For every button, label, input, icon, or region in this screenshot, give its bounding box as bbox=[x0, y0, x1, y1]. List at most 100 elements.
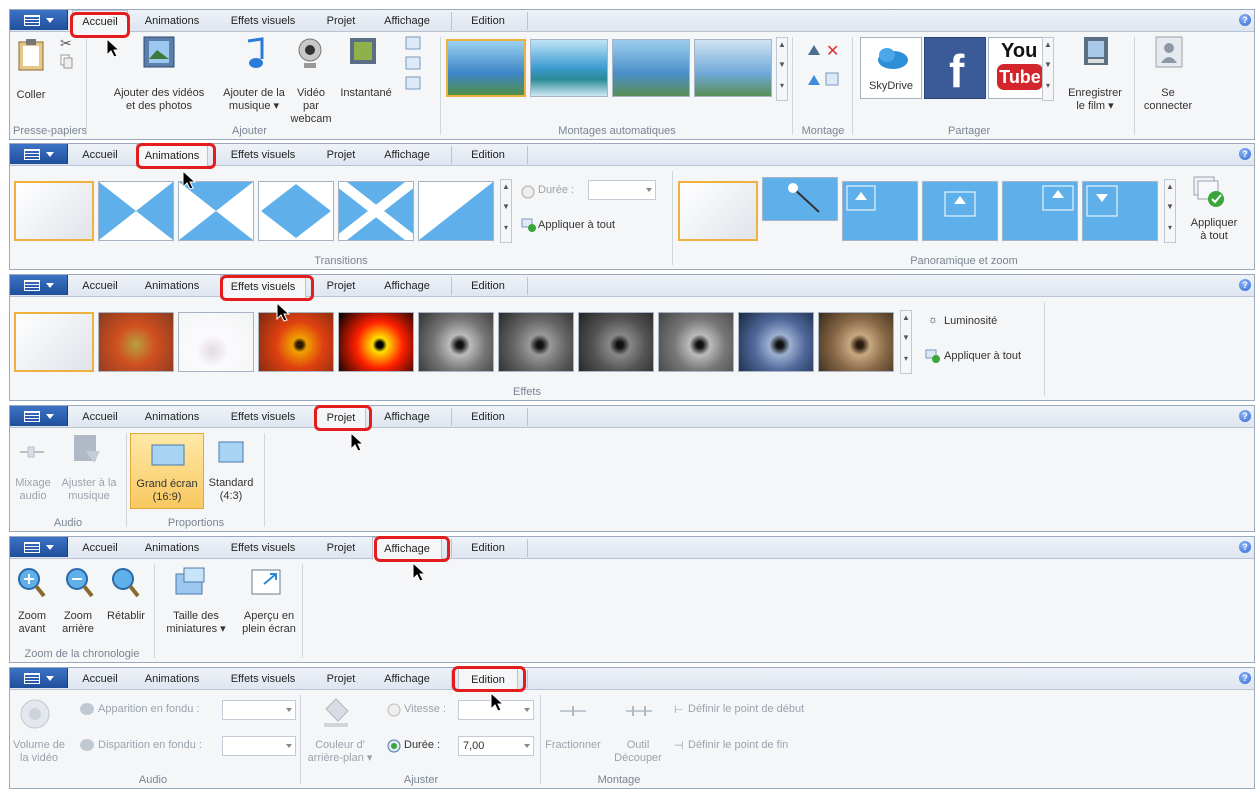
tab-animations[interactable]: Animations bbox=[136, 275, 208, 297]
youtube-button[interactable]: You Tube bbox=[988, 37, 1050, 99]
instantane-button[interactable]: Instantané bbox=[336, 87, 396, 100]
tab-projet[interactable]: Projet bbox=[316, 10, 366, 32]
expand-icon[interactable]: ▾ bbox=[1043, 79, 1053, 99]
expand-icon[interactable]: ▾ bbox=[901, 352, 911, 372]
disparition-select[interactable] bbox=[222, 736, 296, 756]
scroll-down-icon[interactable]: ▼ bbox=[777, 58, 787, 78]
couleur-arriere-plan-button[interactable]: Couleur d' arrière-plan ▾ bbox=[304, 739, 376, 765]
ajuster-musique-button[interactable]: Ajuster à la musique bbox=[56, 477, 122, 503]
transition-thumb[interactable] bbox=[258, 181, 334, 241]
effect-thumb[interactable] bbox=[658, 312, 734, 372]
gallery-scroller[interactable]: ▲ ▼ ▾ bbox=[500, 179, 512, 243]
gallery-scroller[interactable]: ▲ ▼ ▾ bbox=[1042, 37, 1054, 101]
tab-accueil[interactable]: Accueil bbox=[72, 275, 128, 297]
tab-animations[interactable]: Animations bbox=[136, 10, 208, 32]
ajouter-musique-button[interactable]: Ajouter de la musique ▾ bbox=[210, 87, 298, 113]
appliquer-tout-button[interactable]: Appliquer à tout bbox=[538, 219, 615, 231]
scissors-icon[interactable]: ✂ bbox=[58, 35, 74, 51]
tab-projet[interactable]: Projet bbox=[316, 275, 366, 297]
taille-miniatures-button[interactable]: Taille des miniatures ▾ bbox=[158, 610, 234, 636]
volume-video-button[interactable]: Volume de la vidéo bbox=[10, 739, 68, 765]
scroll-up-icon[interactable]: ▲ bbox=[1165, 180, 1175, 200]
pan-zoom-thumb[interactable] bbox=[678, 181, 758, 241]
appliquer-tout-button[interactable]: Appliquer à tout bbox=[1182, 217, 1246, 243]
tab-affichage[interactable]: Affichage bbox=[372, 10, 442, 32]
tab-effets-visuels[interactable]: Effets visuels bbox=[220, 10, 306, 32]
tab-effets-visuels[interactable]: Effets visuels bbox=[220, 406, 306, 428]
automovie-theme-thumb[interactable] bbox=[530, 39, 608, 97]
tab-accueil[interactable]: Accueil bbox=[72, 668, 128, 690]
tab-affichage[interactable]: Affichage bbox=[372, 144, 442, 166]
automovie-theme-thumb[interactable] bbox=[694, 39, 772, 97]
tab-accueil[interactable]: Accueil bbox=[72, 144, 128, 166]
effect-thumb[interactable] bbox=[818, 312, 894, 372]
scroll-down-icon[interactable]: ▼ bbox=[501, 200, 511, 220]
effect-thumb[interactable] bbox=[578, 312, 654, 372]
effect-thumb[interactable] bbox=[98, 312, 174, 372]
transition-thumb[interactable] bbox=[335, 178, 417, 244]
file-menu-button[interactable] bbox=[10, 537, 68, 557]
expand-icon[interactable]: ▾ bbox=[501, 221, 511, 241]
zoom-avant-button[interactable]: Zoom avant bbox=[10, 610, 54, 636]
scroll-down-icon[interactable]: ▼ bbox=[901, 331, 911, 351]
tab-effets-visuels[interactable]: Effets visuels bbox=[220, 668, 306, 690]
tab-affichage[interactable]: Affichage bbox=[372, 275, 442, 297]
file-menu-button[interactable] bbox=[10, 668, 68, 688]
fractionner-button[interactable]: Fractionner bbox=[544, 739, 602, 752]
help-icon[interactable]: ? bbox=[1239, 148, 1251, 160]
standard-button[interactable]: Standard (4:3) bbox=[206, 477, 256, 503]
enregistrer-film-button[interactable]: Enregistrer le film ▾ bbox=[1060, 87, 1130, 113]
effect-thumb[interactable] bbox=[738, 312, 814, 372]
help-icon[interactable]: ? bbox=[1239, 14, 1251, 26]
facebook-button[interactable]: f bbox=[924, 37, 986, 99]
transition-thumb[interactable] bbox=[178, 181, 254, 241]
transition-thumb[interactable] bbox=[14, 181, 94, 241]
tab-edition[interactable]: Edition bbox=[458, 275, 518, 297]
luminosite-button[interactable]: Luminosité bbox=[944, 315, 997, 327]
effect-thumb[interactable] bbox=[498, 312, 574, 372]
scroll-up-icon[interactable]: ▲ bbox=[501, 180, 511, 200]
expand-icon[interactable]: ▾ bbox=[777, 79, 787, 99]
tab-effets-visuels[interactable]: Effets visuels bbox=[220, 537, 306, 559]
help-icon[interactable]: ? bbox=[1239, 541, 1251, 553]
scroll-up-icon[interactable]: ▲ bbox=[777, 38, 787, 58]
tab-affichage[interactable]: Affichage bbox=[372, 668, 442, 690]
expand-icon[interactable]: ▾ bbox=[1165, 221, 1175, 241]
effect-thumb[interactable] bbox=[418, 312, 494, 372]
tab-projet[interactable]: Projet bbox=[316, 668, 366, 690]
tab-animations[interactable]: Animations bbox=[136, 406, 208, 428]
scroll-down-icon[interactable]: ▼ bbox=[1165, 200, 1175, 220]
pan-zoom-thumb[interactable] bbox=[1002, 181, 1078, 241]
skydrive-button[interactable]: SkyDrive bbox=[860, 37, 922, 99]
scroll-up-icon[interactable]: ▲ bbox=[901, 311, 911, 331]
video-webcam-button[interactable]: Vidéo par webcam bbox=[288, 87, 334, 126]
tab-projet[interactable]: Projet bbox=[316, 537, 366, 559]
file-menu-button[interactable] bbox=[10, 144, 68, 164]
help-icon[interactable]: ? bbox=[1239, 672, 1251, 684]
tab-affichage[interactable]: Affichage bbox=[372, 406, 442, 428]
definir-fin-button[interactable]: Définir le point de fin bbox=[688, 739, 788, 751]
help-icon[interactable]: ? bbox=[1239, 279, 1251, 291]
rotate-remove-icons[interactable]: ✕ bbox=[804, 39, 844, 99]
definir-debut-button[interactable]: Définir le point de début bbox=[688, 703, 804, 715]
pan-zoom-thumb[interactable] bbox=[842, 181, 918, 241]
appliquer-tout-button[interactable]: Appliquer à tout bbox=[944, 350, 1021, 362]
tab-edition[interactable]: Edition bbox=[458, 406, 518, 428]
help-icon[interactable]: ? bbox=[1239, 410, 1251, 422]
tab-projet[interactable]: Projet bbox=[316, 144, 366, 166]
automovie-theme-thumb[interactable] bbox=[612, 39, 690, 97]
tab-edition[interactable]: Edition bbox=[458, 144, 518, 166]
effect-thumb[interactable] bbox=[258, 312, 334, 372]
gallery-scroller[interactable]: ▲ ▼ ▾ bbox=[1164, 179, 1176, 243]
file-menu-button[interactable] bbox=[10, 275, 68, 295]
transition-thumb[interactable] bbox=[418, 181, 494, 241]
apercu-plein-ecran-button[interactable]: Aperçu en plein écran bbox=[238, 610, 300, 636]
effect-thumb[interactable] bbox=[178, 312, 254, 372]
tab-accueil[interactable]: Accueil bbox=[72, 537, 128, 559]
gallery-scroller[interactable]: ▲ ▼ ▾ bbox=[776, 37, 788, 101]
tab-animations[interactable]: Animations bbox=[136, 537, 208, 559]
coller-button[interactable]: Coller bbox=[12, 89, 50, 102]
tab-edition[interactable]: Edition bbox=[458, 10, 518, 32]
apparition-select[interactable] bbox=[222, 700, 296, 720]
tab-effets-visuels[interactable]: Effets visuels bbox=[220, 144, 306, 166]
